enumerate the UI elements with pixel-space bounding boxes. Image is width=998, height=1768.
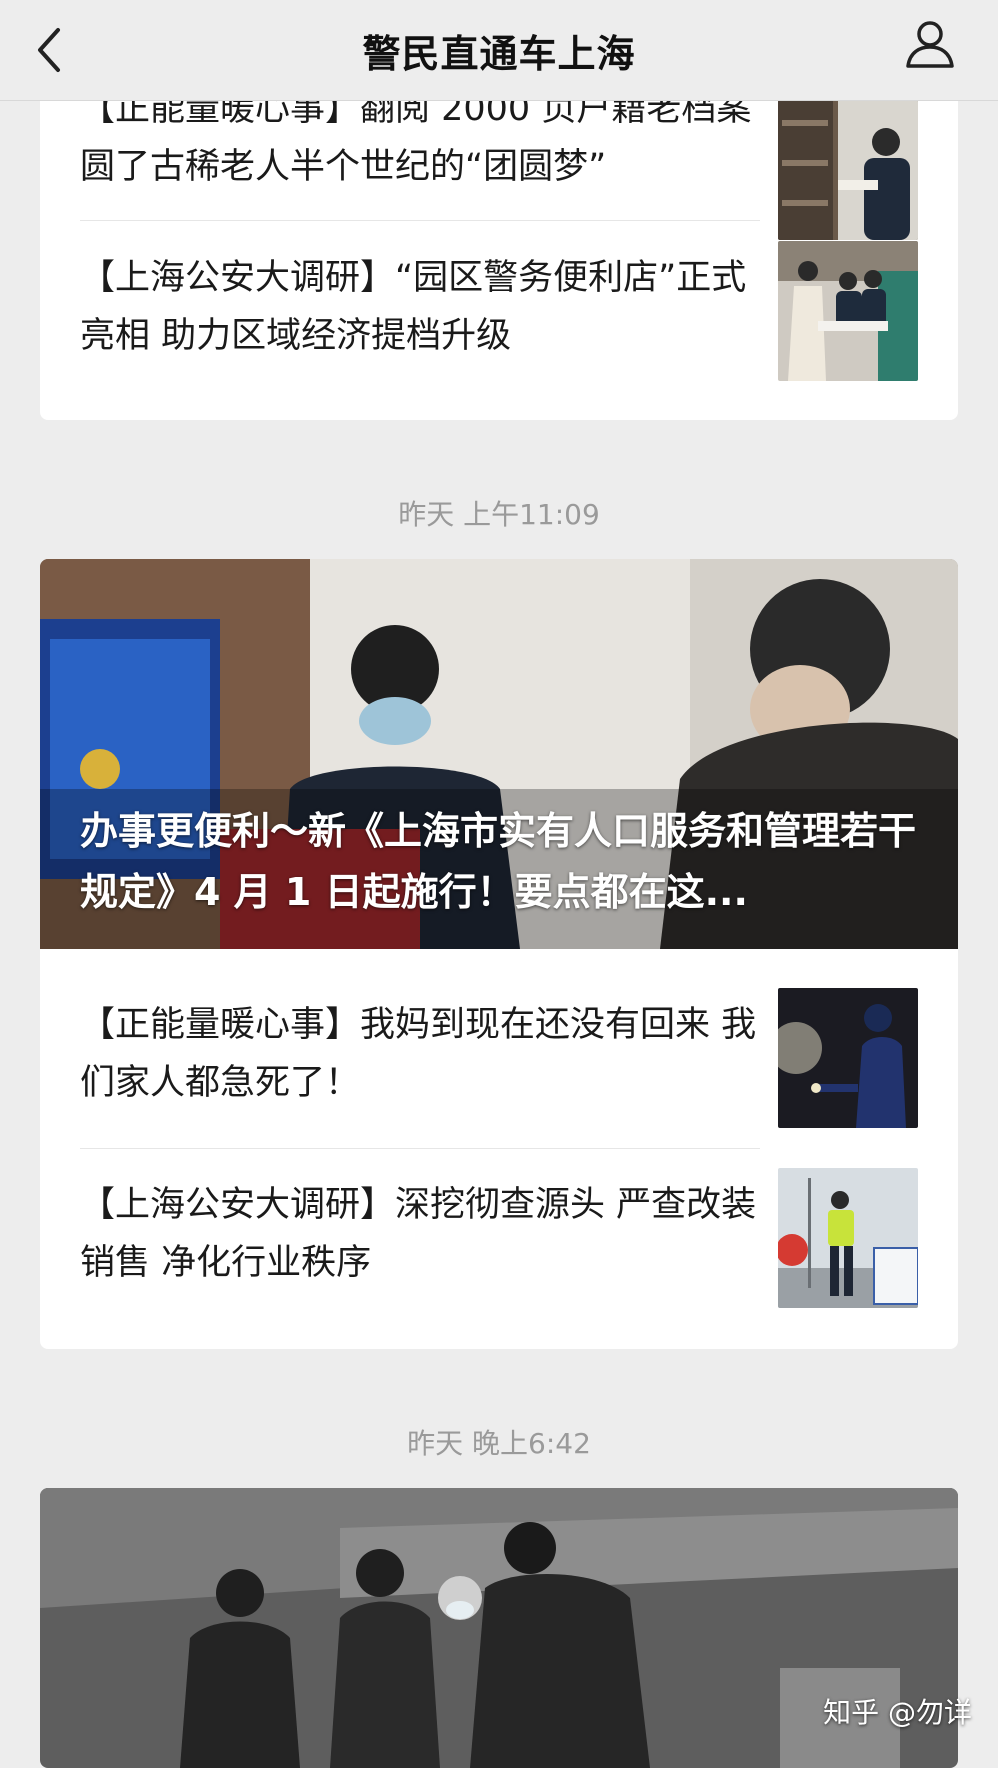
divider [80, 1148, 760, 1149]
article-card: 办事更便利～新《上海市实有人口服务和管理若干规定》4 月 1 日起施行！要点都在… [40, 559, 958, 1349]
article-card: 【正能量暖心事】翻阅 2000 页户籍老档案 圆了古稀老人半个世纪的“团圆梦” … [40, 60, 958, 420]
featured-article-image [40, 1488, 958, 1768]
article-title: 【上海公安大调研】深挖彻查源头 严查改装销售 净化行业秩序 [80, 1185, 757, 1283]
watermark: 知乎 @勿详 [823, 1696, 972, 1729]
article-thumbnail [778, 1168, 918, 1308]
article-item[interactable]: 【正能量暖心事】我妈到现在还没有回来 我们家人都急死了！ [80, 988, 918, 1128]
article-thumbnail [778, 988, 918, 1128]
article-card[interactable] [40, 1488, 958, 1768]
article-item[interactable]: 【正能量暖心事】翻阅 2000 页户籍老档案 圆了古稀老人半个世纪的“团圆梦” [80, 80, 918, 240]
article-thumbnail [778, 241, 918, 381]
featured-article-title: 办事更便利～新《上海市实有人口服务和管理若干规定》4 月 1 日起施行！要点都在… [80, 809, 917, 914]
back-arrow-icon[interactable] [30, 22, 70, 78]
article-item[interactable]: 【上海公安大调研】“园区警务便利店”正式亮相 助力区域经济提档升级 [80, 241, 918, 401]
timestamp: 昨天 上午11:09 [398, 498, 600, 531]
top-nav-bar: 警民直通车上海 [0, 0, 998, 101]
timestamp: 昨天 晚上6:42 [407, 1427, 591, 1460]
article-title: 【正能量暖心事】我妈到现在还没有回来 我们家人都急死了！ [80, 1005, 757, 1103]
article-title: 【上海公安大调研】“园区警务便利店”正式亮相 助力区域经济提档升级 [80, 258, 747, 356]
article-item[interactable]: 【上海公安大调研】深挖彻查源头 严查改装销售 净化行业秩序 [80, 1168, 918, 1308]
page-title: 警民直通车上海 [362, 31, 636, 76]
featured-article-banner[interactable]: 办事更便利～新《上海市实有人口服务和管理若干规定》4 月 1 日起施行！要点都在… [40, 559, 958, 949]
profile-icon[interactable] [902, 16, 958, 72]
article-thumbnail [778, 100, 918, 240]
divider [80, 220, 760, 221]
